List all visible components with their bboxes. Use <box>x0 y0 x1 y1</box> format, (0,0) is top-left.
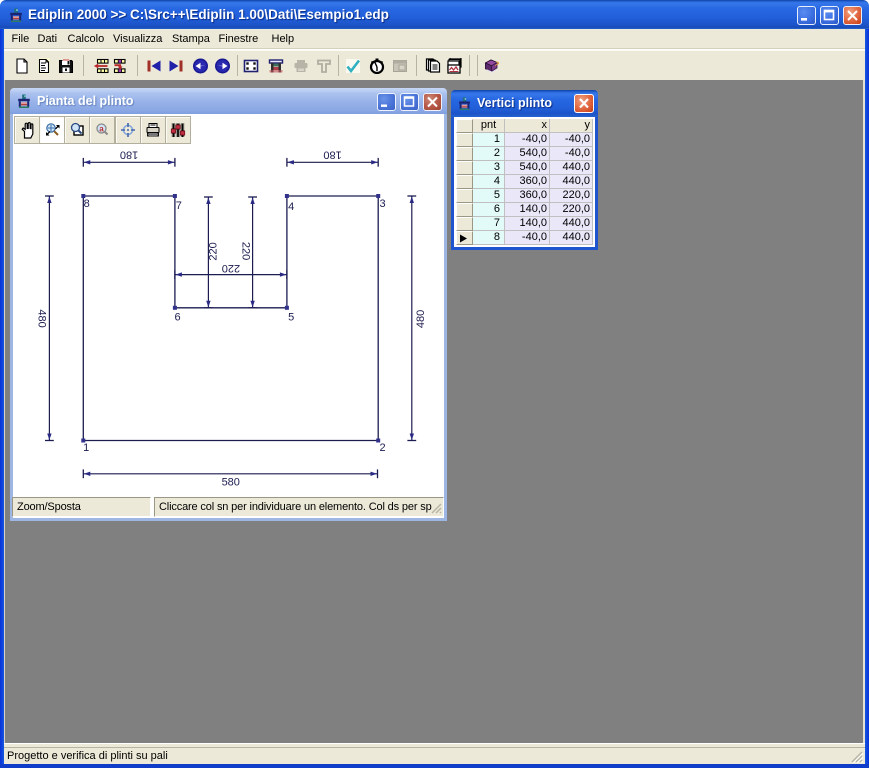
svg-text:8: 8 <box>84 198 90 210</box>
svg-text:2: 2 <box>380 442 386 454</box>
svg-text:580: 580 <box>222 477 240 489</box>
svg-text:180: 180 <box>120 148 138 160</box>
svg-text:480: 480 <box>415 310 427 328</box>
svg-text:480: 480 <box>35 309 47 327</box>
svg-text:4: 4 <box>288 201 294 213</box>
svg-text:a: a <box>100 125 105 134</box>
svg-text:7: 7 <box>176 200 182 212</box>
svg-text:180: 180 <box>323 148 341 160</box>
svg-text:1: 1 <box>83 442 89 454</box>
svg-text:5: 5 <box>288 312 294 324</box>
svg-text:220: 220 <box>222 262 240 274</box>
svg-text:3: 3 <box>380 198 386 210</box>
svg-text:220: 220 <box>208 242 220 260</box>
svg-text:6: 6 <box>175 312 181 324</box>
svg-text:220: 220 <box>240 242 252 260</box>
